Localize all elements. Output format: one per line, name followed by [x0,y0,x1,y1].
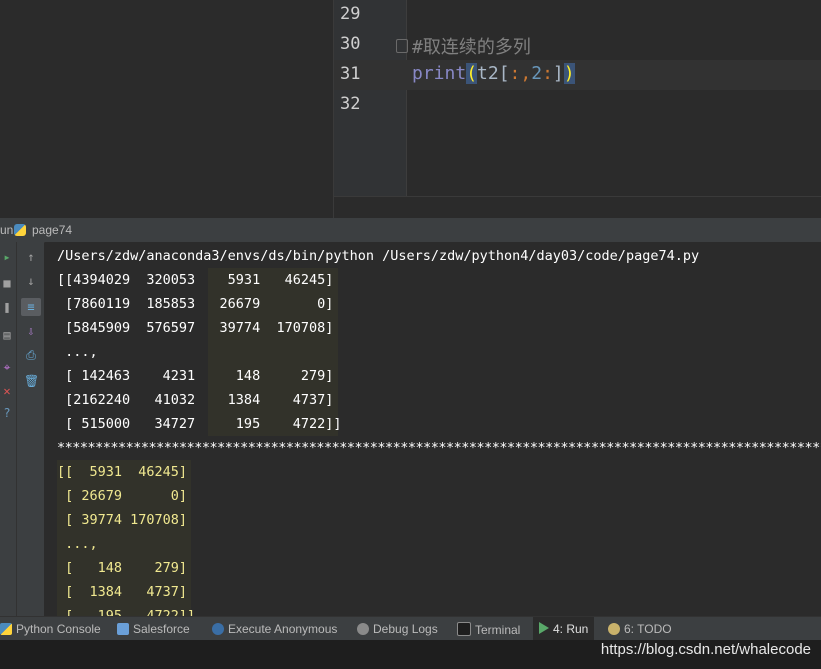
editor-line[interactable]: 30 #取连续的多列 [334,30,821,60]
output-line: ..., [57,344,98,360]
todo-icon [608,623,620,635]
output-line: [ 142463 4231 148 279] [57,368,334,384]
python-icon [0,623,12,635]
code-editor[interactable]: 29 30 #取连续的多列 31 print(t2[:,2:]) 32 [333,0,821,219]
left-empty-pane [0,0,333,218]
tab-salesforce[interactable]: Salesforce [117,622,190,636]
print-icon[interactable]: ⎙ [24,348,38,362]
run-console-output[interactable]: /Users/zdw/anaconda3/envs/ds/bin/python … [45,242,821,616]
stop-icon[interactable]: ■ [0,276,14,290]
watermark-text: https://blog.csdn.net/whalecode [600,641,811,658]
result-line: [[ 5931 46245] [57,464,188,480]
line-number: 30 [340,34,361,54]
output-line: [5845909 576597 39774 170708] [57,320,334,336]
soft-wrap-icon[interactable]: ≡ [21,298,41,316]
console-command-line: /Users/zdw/anaconda3/envs/ds/bin/python … [57,248,700,264]
result-line: [ 39774 170708] [57,512,188,528]
result-line: ..., [57,536,98,552]
result-line: [ 26679 0] [57,488,188,504]
console-actions-column: ↑ ↓ ≡ ⇩ ⎙ 🗑 [16,242,45,616]
editor-line-current[interactable]: 31 print(t2[:,2:]) [334,60,821,90]
python-file-icon [14,224,26,236]
scroll-to-end-icon[interactable]: ⇩ [24,324,38,338]
terminal-icon [457,622,471,636]
down-arrow-icon[interactable]: ↓ [24,274,38,288]
run-tool-window-header: un page74 [0,218,821,243]
result-line: [ 1384 4737] [57,584,188,600]
tab-python-console[interactable]: Python Console [0,622,101,636]
fold-marker-icon[interactable] [396,39,408,53]
tab-terminal[interactable]: Terminal [457,622,520,637]
code-statement: print(t2[:,2:]) [412,63,575,84]
editor-breadcrumb-bar [334,196,821,219]
separator-line: ****************************************… [57,440,821,456]
run-config-tab[interactable]: page74 [32,223,72,237]
status-bar: https://blog.csdn.net/whalecode [0,640,821,669]
line-number: 31 [340,64,361,84]
tab-run[interactable]: 4: Run [533,617,595,641]
editor-line[interactable]: 29 [334,0,821,30]
salesforce-icon [117,623,129,635]
output-line: [ 515000 34727 195 4722]] [57,416,342,432]
output-line: [2162240 41032 1384 4737] [57,392,334,408]
tab-debug-logs[interactable]: Debug Logs [357,622,438,636]
output-line: [[4394029 320053 5931 46245] [57,272,334,288]
line-number: 32 [340,94,361,114]
code-comment: #取连续的多列 [412,37,531,58]
tab-todo[interactable]: 6: TODO [608,622,672,636]
result-line: [ 148 279] [57,560,188,576]
execute-icon [212,623,224,635]
result-line: [ 195 4722]] [57,608,196,616]
help-icon[interactable]: ? [0,406,14,420]
run-icon [539,622,549,634]
pause-icon[interactable]: ❚ [0,300,14,314]
rerun-icon[interactable]: ▸ [0,250,14,264]
tab-execute-anonymous[interactable]: Execute Anonymous [212,622,337,636]
close-icon[interactable]: ✕ [0,384,14,398]
layout-icon[interactable]: ▤ [0,328,14,342]
tool-window-tab-bar: Python Console Salesforce Execute Anonym… [0,616,821,641]
trash-icon[interactable]: 🗑 [24,374,39,388]
editor-line[interactable]: 32 [334,90,821,120]
debug-icon [357,623,369,635]
output-line: [7860119 185853 26679 0] [57,296,334,312]
pin-icon[interactable]: ⌖ [0,360,14,374]
line-number: 29 [340,4,361,24]
run-toolbar: ▸ ■ ❚ ▤ ⌖ ✕ ? ↑ ↓ ≡ ⇩ ⎙ 🗑 [0,242,44,616]
up-arrow-icon[interactable]: ↑ [24,250,38,264]
run-label: un [0,223,14,237]
